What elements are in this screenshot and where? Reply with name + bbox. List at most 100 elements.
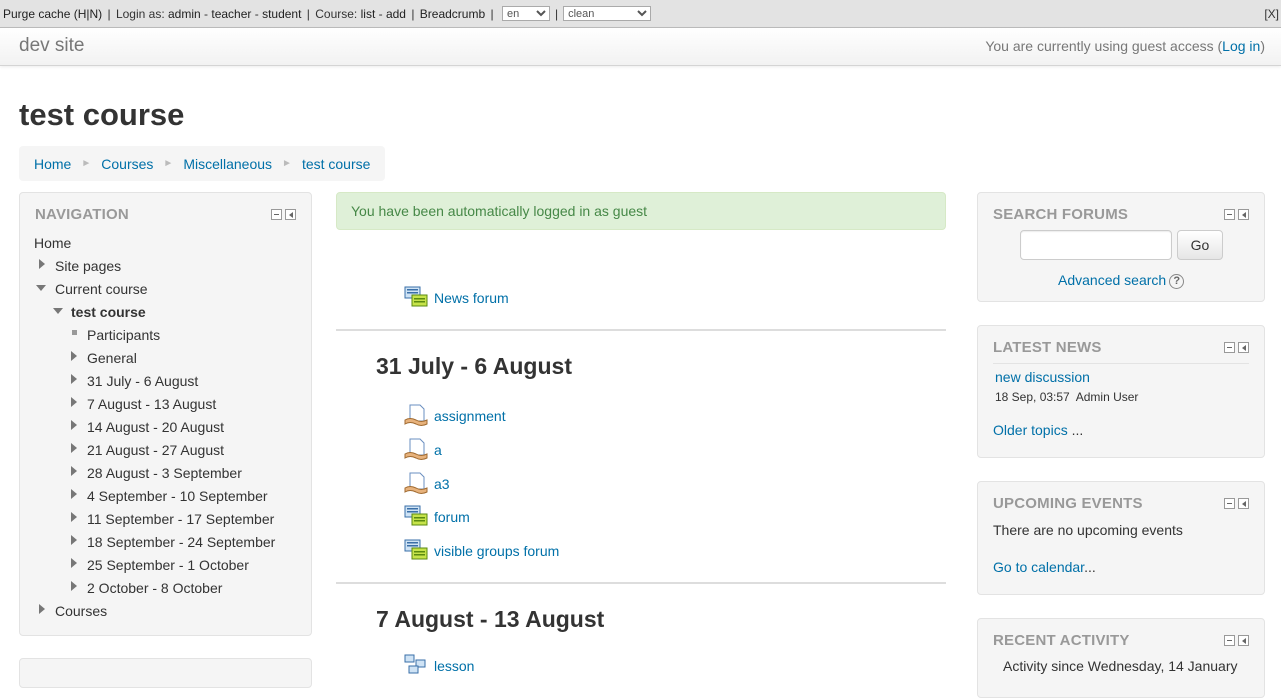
collapse-arrow-icon[interactable] [53,308,63,314]
block-divider [993,363,1249,364]
expand-arrow-icon[interactable] [71,466,77,476]
activity-a-link[interactable]: a [434,442,442,458]
dock-icon[interactable] [1238,209,1249,220]
lesson-icon [404,654,426,674]
course-add-link[interactable]: add [386,7,406,21]
nav-general[interactable]: General [87,350,137,366]
login-as-teacher-link[interactable]: teacher [211,7,251,21]
no-events-text: There are no upcoming events [993,522,1183,538]
minimize-icon[interactable] [271,209,282,220]
activity-news-forum: News forum [404,286,509,310]
course-label: Course: [315,6,358,21]
breadcrumb-link[interactable]: Breadcrumb [420,7,485,21]
navigation-block: NAVIGATION Home Site pages Current cours… [19,192,312,636]
dock-icon[interactable] [1238,342,1249,353]
nav-week[interactable]: 21 August - 27 August [87,442,224,458]
expand-arrow-icon[interactable] [71,558,77,568]
expand-arrow-icon[interactable] [39,604,45,614]
login-as-student-link[interactable]: student [262,7,301,21]
minimize-icon[interactable] [1224,635,1235,646]
minimize-icon[interactable] [1224,342,1235,353]
lesson-link[interactable]: lesson [434,658,474,674]
expand-arrow-icon[interactable] [39,259,45,269]
latest-news-block: LATEST NEWS new discussion 18 Sep, 03:57… [977,325,1265,458]
nav-week[interactable]: 18 September - 24 September [87,534,275,550]
block-controls [1224,342,1249,353]
search-forums-block: SEARCH FORUMS Go Advanced search? [977,192,1265,302]
section-title: 7 August - 13 August [376,606,605,632]
expand-arrow-icon[interactable] [71,581,77,591]
go-to-calendar-link[interactable]: Go to calendar [993,559,1084,575]
search-go-button[interactable]: Go [1177,230,1223,260]
nav-week[interactable]: 7 August - 13 August [87,396,216,412]
close-toolbar-button[interactable]: [X] [1264,7,1279,21]
expand-arrow-icon[interactable] [71,374,77,384]
nav-current-course[interactable]: Current course [55,281,148,297]
language-select[interactable]: en [501,6,550,21]
nav-test-course[interactable]: test course [71,304,146,320]
activity-a3-link[interactable]: a3 [434,476,450,492]
older-topics-link[interactable]: Older topics [993,422,1068,438]
breadcrumb-current-course[interactable]: test course [302,156,370,172]
dock-icon[interactable] [1238,635,1249,646]
nav-participants[interactable]: Participants [87,327,160,343]
expand-arrow-icon[interactable] [71,443,77,453]
nav-week[interactable]: 31 July - 6 August [87,373,198,389]
forum-icon [404,286,428,307]
news-item-meta: 18 Sep, 03:57 Admin User [995,390,1139,404]
purge-cache-link[interactable]: Purge cache (H|N) [3,7,102,21]
course-list-link[interactable]: list [361,7,376,21]
site-header: dev site You are currently using guest a… [0,28,1281,66]
breadcrumb-miscellaneous[interactable]: Miscellaneous [183,156,272,172]
expand-arrow-icon[interactable] [71,535,77,545]
dock-icon[interactable] [285,209,296,220]
collapse-arrow-icon[interactable] [36,285,46,291]
breadcrumb-arrow-icon: ► [282,158,292,169]
minimize-icon[interactable] [1224,498,1235,509]
nav-home[interactable]: Home [34,235,71,251]
nav-week[interactable]: 28 August - 3 September [87,465,242,481]
news-item-link[interactable]: new discussion [995,369,1090,385]
forum-link[interactable]: forum [434,509,470,525]
minimize-icon[interactable] [1224,209,1235,220]
activity-a: a [404,438,442,462]
separator: | [554,6,559,21]
breadcrumb-home[interactable]: Home [34,156,71,172]
nav-week[interactable]: 25 September - 1 October [87,557,249,573]
expand-arrow-icon[interactable] [71,489,77,499]
nav-week[interactable]: 11 September - 17 September [87,511,274,527]
breadcrumb: Home ► Courses ► Miscellaneous ► test co… [19,146,386,181]
nav-courses[interactable]: Courses [55,603,107,619]
activity-lesson: lesson [404,654,474,678]
expand-arrow-icon[interactable] [71,397,77,407]
news-forum-link[interactable]: News forum [434,290,509,306]
expand-arrow-icon[interactable] [71,512,77,522]
expand-arrow-icon[interactable] [71,351,77,361]
block-controls [1224,209,1249,220]
expand-arrow-icon[interactable] [71,420,77,430]
calendar-row: Go to calendar... [993,559,1096,575]
block-controls [1224,635,1249,646]
login-as-admin-link[interactable]: admin [168,7,201,21]
advanced-search-link[interactable]: Advanced search [1058,272,1166,288]
log-in-link[interactable]: Log in [1222,38,1260,54]
nav-site-pages[interactable]: Site pages [55,258,121,274]
forum-icon [404,539,428,560]
older-topics-row: Older topics ... [993,422,1083,438]
nav-week[interactable]: 14 August - 20 August [87,419,224,435]
breadcrumb-courses[interactable]: Courses [101,156,153,172]
search-forums-input[interactable] [1020,230,1172,260]
assignment-link[interactable]: assignment [434,408,506,424]
visible-groups-forum-link[interactable]: visible groups forum [434,543,559,559]
forum-icon [404,505,428,526]
nav-week[interactable]: 4 September - 10 September [87,488,268,504]
dock-icon[interactable] [1238,498,1249,509]
site-brand[interactable]: dev site [19,35,84,57]
nav-week[interactable]: 2 October - 8 October [87,580,222,596]
separator: | [487,6,497,21]
login-info: You are currently using guest access (Lo… [985,38,1265,54]
recent-activity-title: RECENT ACTIVITY [993,632,1130,649]
help-icon[interactable]: ? [1169,273,1185,289]
upcoming-events-title: UPCOMING EVENTS [993,495,1143,512]
theme-select[interactable]: clean [563,6,652,21]
